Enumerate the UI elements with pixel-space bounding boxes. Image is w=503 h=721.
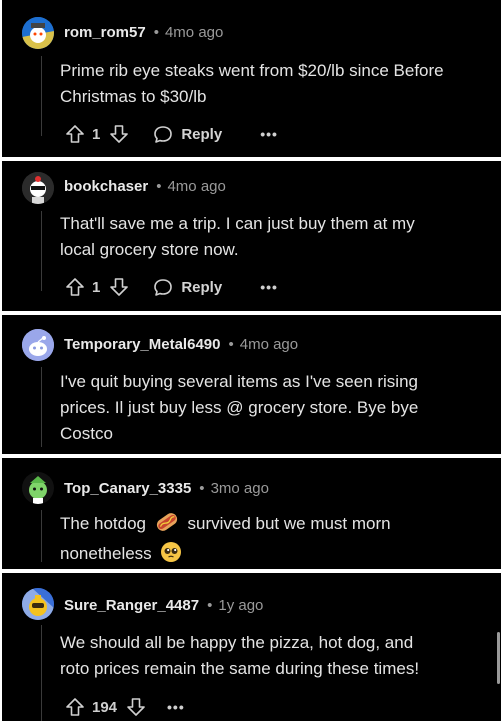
upvote-icon[interactable] <box>64 123 86 145</box>
thread-line <box>41 510 42 562</box>
meta-separator: • <box>207 597 213 614</box>
comment-body-line: That'll save me a trip. I can just buy t… <box>60 214 415 233</box>
comment-body-line: Christmas to $30/lb <box>60 87 207 106</box>
comment-meta: Temporary_Metal6490 • 4mo ago <box>64 336 298 353</box>
user-avatar[interactable] <box>22 17 54 49</box>
meta-separator: • <box>153 24 159 41</box>
comment-card: Top_Canary_3335 • 3mo ago The hotdog sur… <box>2 458 501 569</box>
comment-body-line: roto prices remain the same during these… <box>60 659 420 678</box>
timestamp: 4mo ago <box>239 336 299 353</box>
username[interactable]: Sure_Ranger_4487 <box>64 597 199 614</box>
username[interactable]: rom_rom57 <box>64 24 146 41</box>
more-options-button[interactable]: ••• <box>260 279 278 295</box>
comment-meta: Sure_Ranger_4487 • 1y ago <box>64 597 263 614</box>
downvote-icon[interactable] <box>108 123 130 145</box>
vote-score: 194 <box>92 698 118 716</box>
comment-body-line-2: nonetheless <box>60 541 500 571</box>
meta-separator: • <box>156 178 162 195</box>
vote-score: 1 <box>92 125 101 143</box>
comment-body-text: The hotdog <box>60 514 147 533</box>
timestamp: 3mo ago <box>210 480 269 497</box>
comment-body-text: nonetheless <box>60 544 152 563</box>
comment-body: I've quit buying several items as I've s… <box>60 369 500 447</box>
comment-body: Prime rib eye steaks went from $20/lb si… <box>60 58 500 110</box>
scrollbar[interactable] <box>497 632 500 684</box>
comment-body: We should all be happy the pizza, hot do… <box>60 630 500 682</box>
username[interactable]: Top_Canary_3335 <box>64 480 191 497</box>
thread-line <box>41 211 42 291</box>
comment-card: Temporary_Metal6490 • 4mo ago I've quit … <box>2 315 501 454</box>
meta-separator: • <box>228 336 234 353</box>
reply-icon <box>152 123 174 145</box>
comment-body: The hotdog survived but we must morn non… <box>60 511 500 571</box>
username[interactable]: bookchaser <box>64 178 148 195</box>
comment-meta: Top_Canary_3335 • 3mo ago <box>64 480 269 497</box>
upvote-icon[interactable] <box>64 276 86 298</box>
reply-icon <box>152 276 174 298</box>
comment-body-line: Costco <box>60 424 113 443</box>
comment-body-line: I've quit buying several items as I've s… <box>60 372 418 391</box>
timestamp: 4mo ago <box>167 178 226 195</box>
comment-meta: rom_rom57 • 4mo ago <box>64 24 223 41</box>
more-options-button[interactable]: ••• <box>167 699 185 715</box>
comment-body-line: We should all be happy the pizza, hot do… <box>60 633 414 652</box>
comment-body-line-1: The hotdog survived but we must morn <box>60 511 500 541</box>
user-avatar[interactable] <box>22 472 54 504</box>
thread-line <box>41 625 42 721</box>
comment-body-line: prices. Il just buy less @ grocery store… <box>60 398 419 417</box>
upvote-icon[interactable] <box>64 696 86 718</box>
pleading-face-emoji-icon <box>160 541 182 571</box>
comment-body-line: Prime rib eye steaks went from $20/lb si… <box>60 61 444 80</box>
meta-separator: • <box>199 480 205 497</box>
timestamp: 1y ago <box>218 597 264 614</box>
comment-card: Sure_Ranger_4487 • 1y ago We should all … <box>2 573 501 721</box>
comment-actions: 1 Reply ••• <box>64 122 278 146</box>
downvote-icon[interactable] <box>125 696 147 718</box>
comment-actions: 1 Reply ••• <box>64 275 278 299</box>
reply-label: Reply <box>181 125 223 143</box>
user-avatar[interactable] <box>22 172 54 204</box>
hotdog-emoji-icon <box>155 511 179 541</box>
comment-body: That'll save me a trip. I can just buy t… <box>60 211 500 263</box>
username[interactable]: Temporary_Metal6490 <box>64 336 220 353</box>
user-avatar[interactable] <box>22 329 54 361</box>
thread-line <box>41 367 42 447</box>
comment-body-text: survived but we must morn <box>187 514 391 533</box>
comment-body-line: local grocery store now. <box>60 240 239 259</box>
comment-card: bookchaser • 4mo ago That'll save me a t… <box>2 161 501 311</box>
comment-card: rom_rom57 • 4mo ago Prime rib eye steaks… <box>2 0 501 157</box>
comment-meta: bookchaser • 4mo ago <box>64 178 226 195</box>
vote-score: 1 <box>92 278 101 296</box>
more-options-button[interactable]: ••• <box>260 126 278 142</box>
downvote-icon[interactable] <box>108 276 130 298</box>
thread-line <box>41 56 42 136</box>
reply-label: Reply <box>181 278 223 296</box>
reply-button[interactable]: Reply <box>152 123 222 145</box>
comment-actions: 194 ••• <box>64 695 185 719</box>
user-avatar[interactable] <box>22 588 54 620</box>
reply-button[interactable]: Reply <box>152 276 222 298</box>
timestamp: 4mo ago <box>164 24 224 41</box>
